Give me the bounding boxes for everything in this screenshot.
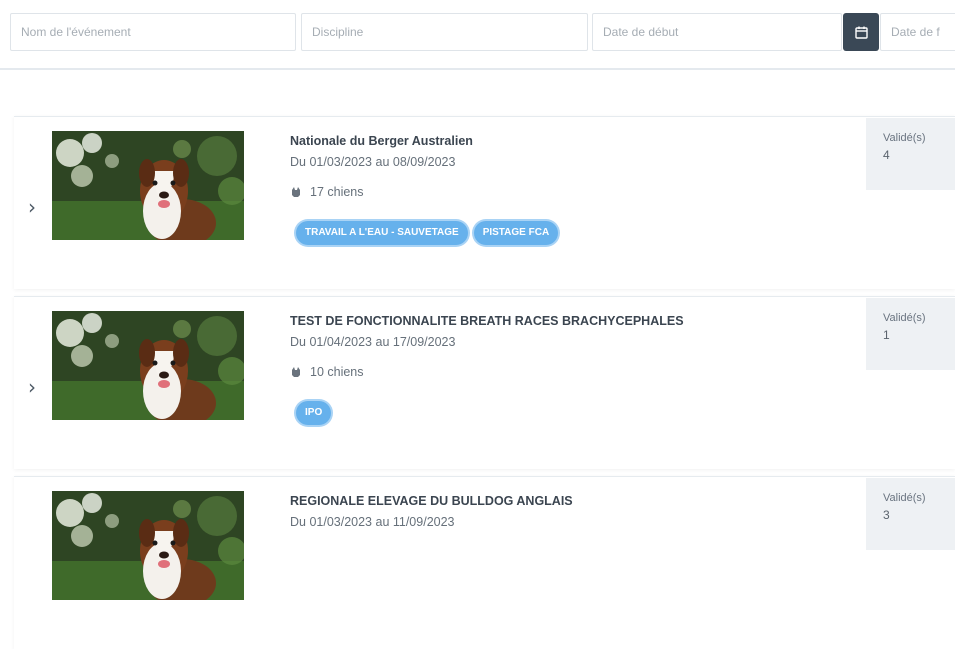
event-title[interactable]: Nationale du Berger Australien (290, 134, 473, 148)
event-dates: Du 01/04/2023 au 17/09/2023 (290, 335, 456, 349)
event-thumbnail (52, 311, 244, 420)
dog-count-text: 17 chiens (310, 185, 364, 199)
discipline-tag: IPO (296, 401, 332, 425)
discipline-tag: PISTAGE FCA (473, 221, 559, 245)
dog-icon (292, 367, 300, 377)
status-box: Validé(s) 4 (866, 118, 955, 190)
discipline-tags: TRAVAIL A L'EAU - SAUVETAGE PISTAGE FCA (296, 221, 559, 245)
event-name-placeholder: Nom de l'événement (21, 25, 131, 39)
status-count: 1 (883, 328, 890, 342)
start-date-placeholder: Date de début (603, 25, 679, 39)
status-box: Validé(s) 3 (866, 478, 955, 550)
dog-count: 10 chiens (290, 365, 364, 379)
status-count: 3 (883, 508, 890, 522)
status-box: Validé(s) 1 (866, 298, 955, 370)
end-date-placeholder: Date de f (891, 25, 940, 39)
end-date-input[interactable]: Date de f (880, 13, 955, 51)
discipline-tags: IPO (296, 401, 332, 425)
event-dates: Du 01/03/2023 au 11/09/2023 (290, 515, 455, 529)
status-label: Validé(s) (883, 132, 926, 144)
dog-count: 17 chiens (290, 185, 364, 199)
event-name-input[interactable]: Nom de l'événement (10, 13, 296, 51)
dog-icon (292, 187, 300, 197)
start-date-input[interactable]: Date de début (592, 13, 842, 51)
status-label: Validé(s) (883, 312, 926, 324)
event-card[interactable]: › Nationale du Berger Australien Du 01/0… (14, 116, 955, 289)
discipline-input[interactable]: Discipline (301, 13, 588, 51)
chevron-right-icon[interactable]: › (28, 195, 36, 219)
filter-bar: Nom de l'événement Discipline Date de dé… (0, 0, 955, 70)
status-label: Validé(s) (883, 492, 926, 504)
calendar-icon (854, 26, 868, 39)
event-title[interactable]: TEST DE FONCTIONNALITE BREATH RACES BRAC… (290, 314, 684, 328)
event-title[interactable]: REGIONALE ELEVAGE DU BULLDOG ANGLAIS (290, 494, 573, 508)
event-card[interactable]: › TEST DE FONCTIONNALITE BREATH RACES BR… (14, 296, 955, 469)
discipline-placeholder: Discipline (312, 25, 364, 39)
event-dates: Du 01/03/2023 au 08/09/2023 (290, 155, 456, 169)
status-count: 4 (883, 148, 890, 162)
event-thumbnail (52, 491, 244, 600)
chevron-right-icon[interactable]: › (28, 375, 36, 399)
dog-count-text: 10 chiens (310, 365, 364, 379)
event-card[interactable]: REGIONALE ELEVAGE DU BULLDOG ANGLAIS Du … (14, 476, 955, 649)
discipline-tag: TRAVAIL A L'EAU - SAUVETAGE (296, 221, 468, 245)
event-thumbnail (52, 131, 244, 240)
calendar-button[interactable] (843, 13, 879, 51)
